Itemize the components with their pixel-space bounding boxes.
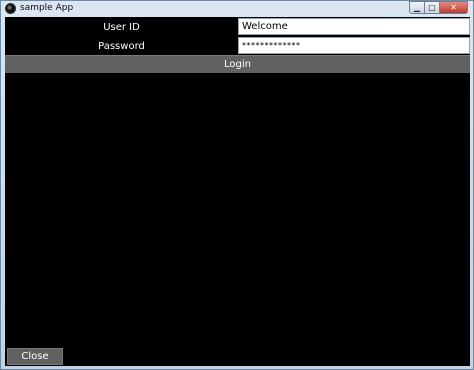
user-id-label: User ID (103, 21, 140, 33)
close-button[interactable]: Close (7, 348, 63, 365)
title-bar[interactable]: sample App ▁ □ ✕ (1, 1, 473, 17)
minimize-button[interactable]: ▁ (409, 1, 425, 14)
app-window: sample App ▁ □ ✕ User ID Welcome Passwor… (0, 0, 474, 370)
window-close-button[interactable]: ✕ (440, 1, 468, 14)
login-button[interactable]: Login (5, 55, 470, 73)
window-controls: ▁ □ ✕ (409, 1, 468, 14)
password-row: Password ************* (5, 37, 470, 55)
password-input[interactable]: ************* (238, 37, 470, 54)
client-area: User ID Welcome Password ************* L… (5, 17, 470, 366)
window-title: sample App (20, 3, 74, 13)
maximize-icon: □ (428, 2, 436, 12)
user-id-row: User ID Welcome (5, 18, 470, 36)
password-label: Password (98, 40, 145, 52)
close-icon: ✕ (450, 2, 457, 12)
minimize-icon: ▁ (413, 2, 421, 12)
maximize-button[interactable]: □ (425, 1, 440, 14)
app-icon (5, 3, 16, 14)
user-id-input[interactable]: Welcome (238, 18, 470, 35)
